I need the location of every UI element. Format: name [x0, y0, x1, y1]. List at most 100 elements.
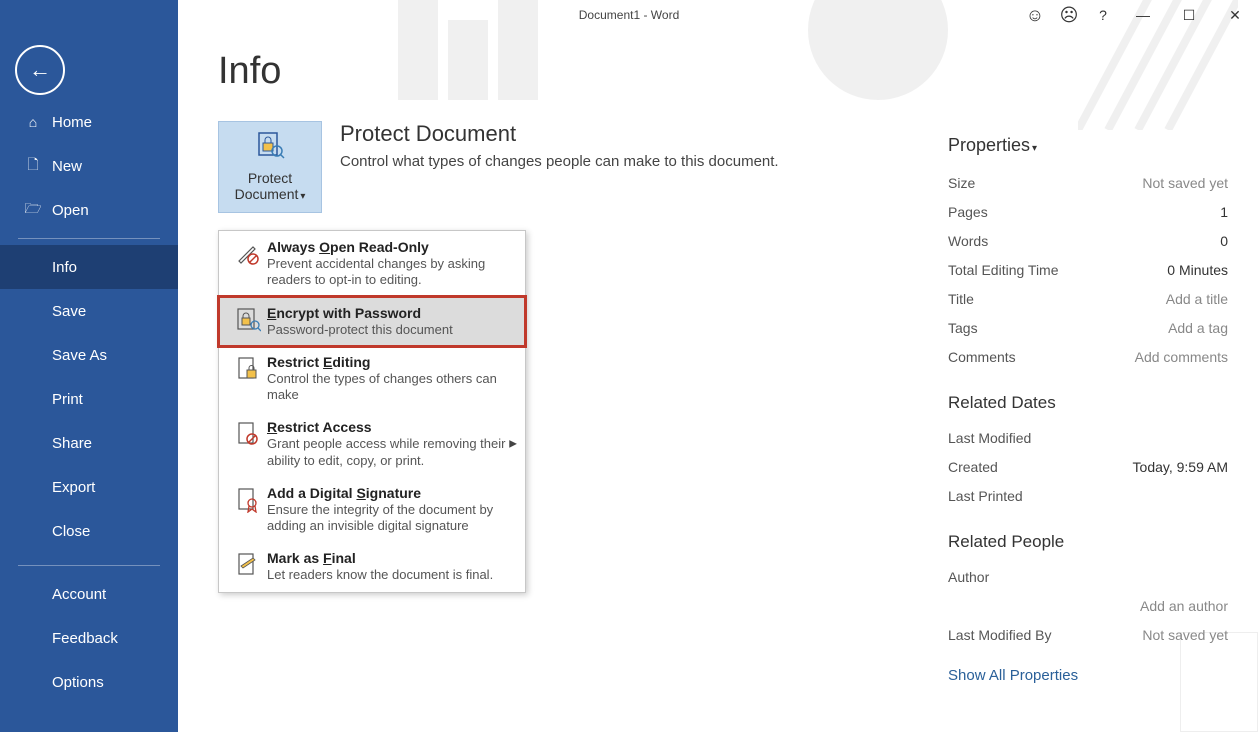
sidebar-item-label: Save	[52, 303, 86, 320]
dropdown-item-encrypt-with-password[interactable]: Encrypt with PasswordPassword-protect th…	[219, 297, 525, 346]
back-button[interactable]: ←	[15, 45, 65, 95]
sidebar-item-label: Share	[52, 435, 92, 452]
people-row: Add an author	[948, 591, 1228, 620]
date-value: Today, 9:59 AM	[1133, 459, 1228, 475]
property-row: Tags Add a tag	[948, 313, 1228, 342]
property-value[interactable]: Not saved yet	[1142, 175, 1228, 191]
property-value: 0	[1220, 233, 1228, 249]
sidebar-item-label: Home	[52, 114, 92, 131]
pencil-no-icon	[229, 239, 267, 289]
sidebar-item-save[interactable]: Save	[0, 289, 178, 333]
date-row: Last Printed	[948, 481, 1228, 510]
sidebar-item-label: Save As	[52, 347, 107, 364]
date-row: Last Modified	[948, 423, 1228, 452]
sidebar-item-feedback[interactable]: Feedback	[0, 616, 178, 660]
dropdown-item-title: Always Open Read-Only	[267, 239, 515, 255]
dropdown-item-desc: Let readers know the document is final.	[267, 567, 515, 583]
chevron-down-icon: ▾	[300, 191, 305, 202]
sidebar-item-label: Account	[52, 586, 106, 603]
sidebar-nav-bottom: Account Feedback Options	[0, 572, 178, 704]
dropdown-item-title: Add a Digital Signature	[267, 485, 515, 501]
dropdown-item-desc: Prevent accidental changes by asking rea…	[267, 256, 515, 289]
sidebar-item-open[interactable]: 🗁 Open	[0, 188, 178, 232]
sidebar-item-share[interactable]: Share	[0, 421, 178, 465]
sidebar-item-save-as[interactable]: Save As	[0, 333, 178, 377]
close-button[interactable]: ✕	[1212, 0, 1258, 30]
dropdown-item-restrict-access[interactable]: Restrict AccessGrant people access while…	[219, 411, 525, 477]
people-row: Author	[948, 562, 1228, 591]
properties-header[interactable]: Properties▾	[948, 135, 1228, 156]
maximize-button[interactable]: ☐	[1166, 0, 1212, 30]
properties-panel: Properties▾ SizeNot saved yetPages1Words…	[948, 135, 1228, 684]
people-label: Last Modified By	[948, 627, 1052, 643]
document-icon: 🗋	[22, 154, 44, 178]
dropdown-item-desc: Ensure the integrity of the document by …	[267, 502, 515, 535]
page-title: Info	[218, 50, 1218, 93]
property-value[interactable]: Add a title	[1166, 291, 1228, 307]
people-row: Last Modified By Not saved yet	[948, 620, 1228, 649]
dropdown-item-title: Mark as Final	[267, 550, 515, 566]
feedback-happy-icon[interactable]: ☺	[1018, 0, 1052, 30]
lock-shield-icon	[255, 131, 285, 166]
sidebar-item-account[interactable]: Account	[0, 572, 178, 616]
property-label: Size	[948, 175, 975, 191]
protect-document-dropdown: Always Open Read-OnlyPrevent accidental …	[218, 230, 526, 593]
sidebar-item-label: Feedback	[52, 630, 118, 647]
sidebar-item-home[interactable]: ⌂ Home	[0, 100, 178, 144]
property-value: 0 Minutes	[1167, 262, 1228, 278]
date-label: Last Modified	[948, 430, 1031, 446]
section-title-protect: Protect Document	[340, 121, 779, 147]
dropdown-item-desc: Password-protect this document	[267, 322, 515, 338]
doc-ribbon-icon	[229, 485, 267, 535]
dropdown-item-final[interactable]: Mark as FinalLet readers know the docume…	[219, 542, 525, 591]
dropdown-item-open-read-only[interactable]: Always Open Read-OnlyPrevent accidental …	[219, 231, 525, 297]
property-label: Comments	[948, 349, 1016, 365]
sidebar-item-export[interactable]: Export	[0, 465, 178, 509]
people-value[interactable]: Add an author	[1140, 598, 1228, 614]
sidebar-item-label: Print	[52, 391, 83, 408]
dropdown-item-title: Restrict Access	[267, 419, 515, 435]
show-all-properties-link[interactable]: Show All Properties	[948, 667, 1228, 684]
property-label: Title	[948, 291, 974, 307]
property-row: Comments Add comments	[948, 342, 1228, 371]
protect-document-button[interactable]: Protect Document▾	[218, 121, 322, 213]
property-label: Total Editing Time	[948, 262, 1059, 278]
folder-open-icon: 🗁	[22, 198, 44, 222]
sidebar-item-options[interactable]: Options	[0, 660, 178, 704]
property-value[interactable]: Add a tag	[1168, 320, 1228, 336]
property-row: Size Not saved yet	[948, 168, 1228, 197]
property-value[interactable]: Add comments	[1135, 349, 1228, 365]
people-label: Author	[948, 569, 989, 585]
minimize-button[interactable]: —	[1120, 0, 1166, 30]
sidebar-item-label: Export	[52, 479, 95, 496]
property-row: Total Editing Time 0 Minutes	[948, 255, 1228, 284]
sidebar-item-info[interactable]: Info	[0, 245, 178, 289]
date-label: Last Printed	[948, 488, 1023, 504]
sidebar-item-close[interactable]: Close	[0, 509, 178, 553]
chevron-down-icon: ▾	[1032, 143, 1037, 154]
sidebar-divider	[18, 565, 160, 566]
feedback-sad-icon[interactable]: ☹	[1052, 0, 1086, 30]
date-label: Created	[948, 459, 998, 475]
dropdown-item-signature[interactable]: Add a Digital SignatureEnsure the integr…	[219, 477, 525, 543]
property-row: Title Add a title	[948, 284, 1228, 313]
lock-key-icon	[229, 305, 267, 338]
property-value: 1	[1220, 204, 1228, 220]
sidebar-item-label: New	[52, 158, 82, 175]
dropdown-item-editing[interactable]: Restrict EditingControl the types of cha…	[219, 346, 525, 412]
dropdown-item-title: Restrict Editing	[267, 354, 515, 370]
arrow-left-icon: ←	[29, 57, 51, 83]
related-people-header: Related People	[948, 532, 1228, 552]
sidebar-item-label: Open	[52, 202, 89, 219]
related-dates-header: Related Dates	[948, 393, 1228, 413]
document-title: Document1 - Word	[579, 8, 679, 22]
help-button[interactable]: ?	[1086, 0, 1120, 30]
sidebar-item-print[interactable]: Print	[0, 377, 178, 421]
sidebar-item-new[interactable]: 🗋 New	[0, 144, 178, 188]
date-row: Created Today, 9:59 AM	[948, 452, 1228, 481]
property-label: Tags	[948, 320, 978, 336]
dropdown-item-desc: Grant people access while removing their…	[267, 436, 515, 469]
dropdown-item-title: Encrypt with Password	[267, 305, 515, 321]
titlebar: Document1 - Word ☺ ☹ ? — ☐ ✕	[0, 0, 1258, 30]
people-value[interactable]: Not saved yet	[1142, 627, 1228, 643]
